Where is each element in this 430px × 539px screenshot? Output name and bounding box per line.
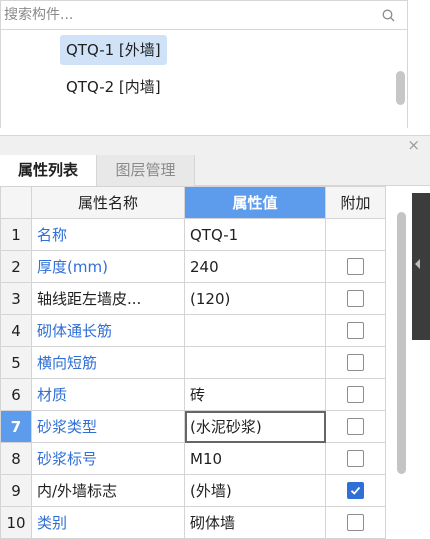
- column-header-property-value: 属性值: [184, 186, 326, 219]
- property-value[interactable]: 砌体墙: [184, 506, 326, 539]
- extra-cell: [325, 506, 386, 539]
- table-row[interactable]: 3 轴线距左墙皮... (120): [0, 282, 386, 315]
- extra-checkbox[interactable]: [347, 290, 364, 307]
- component-search-box: [0, 0, 408, 30]
- close-icon[interactable]: ×: [407, 136, 420, 154]
- row-number: 5: [0, 346, 32, 379]
- property-name[interactable]: 砂浆标号: [31, 442, 185, 475]
- property-table-scrollbar[interactable]: [397, 212, 406, 474]
- column-header-extra: 附加: [325, 186, 386, 219]
- row-number: 7: [0, 410, 32, 443]
- property-value[interactable]: (水泥砂浆): [184, 410, 326, 443]
- table-row[interactable]: 7 砂浆类型 (水泥砂浆): [0, 410, 386, 443]
- table-row[interactable]: 8 砂浆标号 M10: [0, 442, 386, 475]
- table-row[interactable]: 4 砌体通长筋: [0, 314, 386, 347]
- row-number: 3: [0, 282, 32, 315]
- property-name[interactable]: 横向短筋: [31, 346, 185, 379]
- extra-cell: [325, 218, 386, 251]
- table-row[interactable]: 10 类别 砌体墙: [0, 506, 386, 539]
- extra-cell: [325, 346, 386, 379]
- extra-checkbox[interactable]: [347, 450, 364, 467]
- extra-cell: [325, 250, 386, 283]
- extra-checkbox[interactable]: [347, 514, 364, 531]
- row-number: 9: [0, 474, 32, 507]
- row-number: 10: [0, 506, 32, 539]
- row-number: 6: [0, 378, 32, 411]
- extra-cell: [325, 314, 386, 347]
- checkmark-icon: [350, 486, 361, 495]
- property-panel-tabs: 属性列表 图层管理: [0, 155, 430, 186]
- property-name[interactable]: 名称: [31, 218, 185, 251]
- table-header-row: 属性名称 属性值 附加: [0, 186, 386, 219]
- property-value[interactable]: 240: [184, 250, 326, 283]
- extra-cell: [325, 442, 386, 475]
- property-value[interactable]: [184, 314, 326, 347]
- property-name[interactable]: 轴线距左墙皮...: [31, 282, 185, 315]
- tab-layer-management[interactable]: 图层管理: [97, 155, 195, 186]
- property-rows: 1 名称 QTQ-1 2 厚度(mm) 240 3 轴线距左墙皮... (120) 4 砌体通长筋 5…: [0, 218, 386, 539]
- component-list-scrollbar[interactable]: [396, 71, 405, 105]
- extra-cell: [325, 474, 386, 507]
- component-item-qtq-1[interactable]: QTQ-1 [外墙]: [60, 35, 167, 65]
- extra-checkbox[interactable]: [347, 386, 364, 403]
- row-number: 8: [0, 442, 32, 475]
- extra-checkbox-checked[interactable]: [347, 482, 364, 499]
- row-number: 2: [0, 250, 32, 283]
- property-value[interactable]: QTQ-1: [184, 218, 326, 251]
- property-table: 属性名称 属性值 附加 1 名称 QTQ-1 2 厚度(mm) 240 3 轴线距左墙皮...…: [0, 186, 386, 539]
- extra-checkbox[interactable]: [347, 322, 364, 339]
- tab-property-list[interactable]: 属性列表: [0, 155, 97, 186]
- property-name[interactable]: 砌体通长筋: [31, 314, 185, 347]
- property-value[interactable]: [184, 346, 326, 379]
- row-number: 4: [0, 314, 32, 347]
- table-row[interactable]: 6 材质砖: [0, 378, 386, 411]
- row-number: 1: [0, 218, 32, 251]
- property-panel-titlebar: ×: [0, 135, 430, 155]
- search-icon[interactable]: [382, 9, 395, 22]
- property-value[interactable]: M10: [184, 442, 326, 475]
- extra-cell: [325, 410, 386, 443]
- component-item-qtq-2[interactable]: QTQ-2 [内墙]: [60, 72, 167, 102]
- property-value[interactable]: (120): [184, 282, 326, 315]
- property-name[interactable]: 材质: [31, 378, 185, 411]
- extra-checkbox[interactable]: [347, 418, 364, 435]
- extra-cell: [325, 282, 386, 315]
- column-header-number: [0, 186, 32, 219]
- property-value[interactable]: (外墙): [184, 474, 326, 507]
- extra-checkbox[interactable]: [347, 258, 364, 275]
- property-value[interactable]: 砖: [184, 378, 326, 411]
- property-name[interactable]: 厚度(mm): [31, 250, 185, 283]
- property-name[interactable]: 内/外墙标志: [31, 474, 185, 507]
- table-row[interactable]: 2 厚度(mm) 240: [0, 250, 386, 283]
- extra-cell: [325, 378, 386, 411]
- search-input[interactable]: [4, 4, 364, 26]
- table-row[interactable]: 1 名称 QTQ-1: [0, 218, 386, 251]
- property-name[interactable]: 砂浆类型: [31, 410, 185, 443]
- collapse-arrow-icon[interactable]: [415, 259, 420, 269]
- property-name[interactable]: 类别: [31, 506, 185, 539]
- table-row[interactable]: 5 横向短筋: [0, 346, 386, 379]
- table-row[interactable]: 9 内/外墙标志 (外墙): [0, 474, 386, 507]
- side-collapse-strip[interactable]: [412, 193, 430, 340]
- extra-checkbox[interactable]: [347, 354, 364, 371]
- column-header-property-name: 属性名称: [31, 186, 185, 219]
- component-list: QTQ-1 [外墙] QTQ-2 [内墙]: [0, 30, 408, 128]
